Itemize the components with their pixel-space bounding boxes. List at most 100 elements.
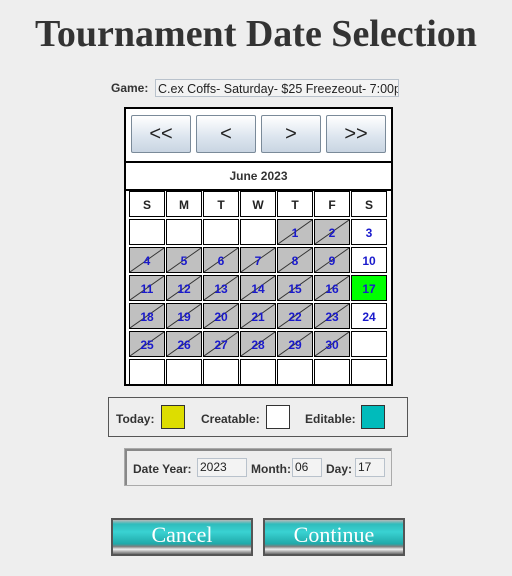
weekday-header: M (166, 191, 202, 217)
day-number: 2 (328, 226, 336, 240)
page-title: Tournament Date Selection (35, 13, 477, 55)
day-number: 29 (288, 338, 302, 352)
day-cell[interactable]: 1 (277, 219, 313, 245)
day-cell[interactable]: 4 (129, 247, 165, 273)
day-number: 17 (362, 282, 376, 296)
day-cell[interactable]: 25 (129, 331, 165, 357)
day-number: 12 (177, 282, 191, 296)
empty-cell (240, 359, 276, 385)
day-number: 21 (251, 310, 265, 324)
empty-cell (351, 331, 387, 357)
continue-button[interactable]: Continue (263, 518, 405, 556)
day-number: 13 (214, 282, 228, 296)
weekday-label: W (252, 198, 264, 212)
day-cell[interactable]: 15 (277, 275, 313, 301)
calendar: << < > >> June 2023 S M T W T F S 1 2 3 4 5 6 7 8 9 10 11… (124, 107, 393, 386)
day-cell[interactable]: 29 (277, 331, 313, 357)
day-number: 15 (288, 282, 302, 296)
day-cell[interactable]: 13 (203, 275, 239, 301)
day-number: 20 (214, 310, 228, 324)
empty-cell (166, 219, 202, 245)
day-number: 6 (217, 254, 225, 268)
day-number: 27 (214, 338, 228, 352)
day-cell[interactable]: 17 (351, 275, 387, 301)
day-number: 30 (325, 338, 339, 352)
game-label: Game: (111, 81, 149, 95)
day-number: 22 (288, 310, 302, 324)
day-number: 11 (140, 282, 154, 296)
previous-month-button[interactable]: < (196, 115, 256, 153)
empty-cell (351, 359, 387, 385)
day-cell[interactable]: 23 (314, 303, 350, 329)
month-label: June 2023 (126, 161, 391, 191)
creatable-swatch (266, 405, 290, 429)
day-cell[interactable]: 18 (129, 303, 165, 329)
empty-cell (203, 219, 239, 245)
day-cell[interactable]: 12 (166, 275, 202, 301)
day-number: 10 (362, 254, 376, 268)
cancel-button[interactable]: Cancel (111, 518, 253, 556)
empty-cell (129, 359, 165, 385)
day-cell[interactable]: 24 (351, 303, 387, 329)
empty-cell (277, 359, 313, 385)
day-cell[interactable]: 11 (129, 275, 165, 301)
last-month-button[interactable]: >> (326, 115, 386, 153)
day-number: 5 (180, 254, 188, 268)
weekday-header: T (277, 191, 313, 217)
day-number: 16 (325, 282, 339, 296)
day-cell[interactable]: 7 (240, 247, 276, 273)
day-cell[interactable]: 30 (314, 331, 350, 357)
day-number: 3 (365, 226, 373, 240)
empty-cell (129, 219, 165, 245)
date-month-label: Month: (251, 462, 291, 476)
day-cell[interactable]: 19 (166, 303, 202, 329)
first-month-button[interactable]: << (131, 115, 191, 153)
editable-swatch (361, 405, 385, 429)
day-cell[interactable]: 26 (166, 331, 202, 357)
day-number: 18 (140, 310, 154, 324)
weekday-label: S (142, 198, 151, 212)
empty-cell (203, 359, 239, 385)
weekday-header: W (240, 191, 276, 217)
year-field[interactable]: 2023 (197, 458, 247, 477)
day-cell[interactable]: 8 (277, 247, 313, 273)
weekday-header: S (351, 191, 387, 217)
day-number: 14 (251, 282, 265, 296)
day-number: 25 (140, 338, 154, 352)
day-cell[interactable]: 5 (166, 247, 202, 273)
day-cell[interactable]: 3 (351, 219, 387, 245)
day-number: 1 (291, 226, 299, 240)
legend-editable-label: Editable: (305, 412, 356, 426)
empty-cell (240, 219, 276, 245)
day-number: 8 (291, 254, 299, 268)
day-number: 9 (328, 254, 336, 268)
day-field[interactable]: 17 (355, 458, 385, 477)
day-cell[interactable]: 28 (240, 331, 276, 357)
day-cell[interactable]: 9 (314, 247, 350, 273)
next-month-button[interactable]: > (261, 115, 321, 153)
day-cell[interactable]: 20 (203, 303, 239, 329)
legend: Today: Creatable: Editable: (108, 397, 408, 437)
day-cell[interactable]: 21 (240, 303, 276, 329)
day-cell[interactable]: 2 (314, 219, 350, 245)
day-number: 19 (177, 310, 191, 324)
day-cell[interactable]: 22 (277, 303, 313, 329)
day-number: 24 (362, 310, 376, 324)
day-cell[interactable]: 27 (203, 331, 239, 357)
day-number: 23 (325, 310, 339, 324)
empty-cell (314, 359, 350, 385)
day-cell[interactable]: 6 (203, 247, 239, 273)
game-field[interactable]: C.ex Coffs- Saturday- $25 Freezeout- 7:0… (155, 79, 399, 97)
day-number: 26 (177, 338, 191, 352)
day-number: 28 (251, 338, 265, 352)
weekday-header: S (129, 191, 165, 217)
weekday-label: M (179, 198, 189, 212)
day-number: 4 (143, 254, 151, 268)
weekday-header: F (314, 191, 350, 217)
day-cell[interactable]: 10 (351, 247, 387, 273)
weekday-label: F (328, 198, 336, 212)
month-field[interactable]: 06 (292, 458, 322, 477)
legend-creatable-label: Creatable: (201, 412, 260, 426)
day-cell[interactable]: 14 (240, 275, 276, 301)
day-cell[interactable]: 16 (314, 275, 350, 301)
